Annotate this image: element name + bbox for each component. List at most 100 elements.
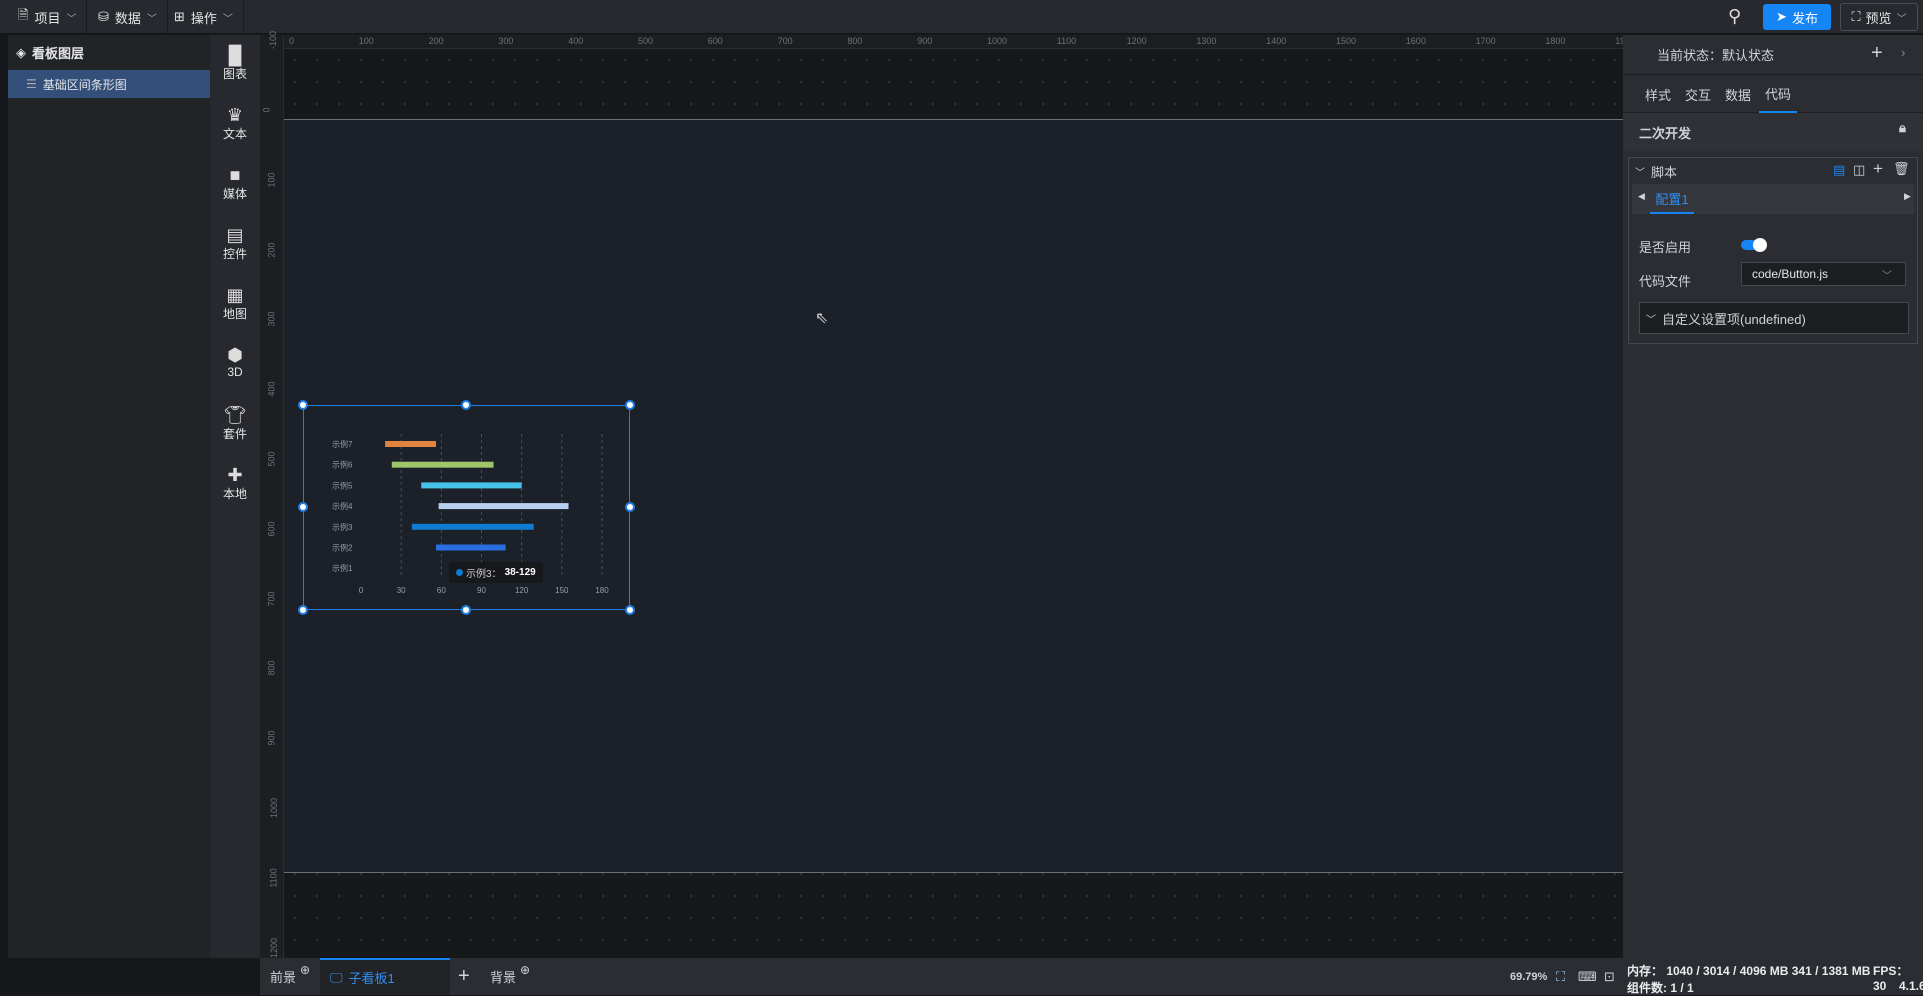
component-7[interactable]: ✚ 本地 bbox=[210, 465, 260, 502]
code-file-select[interactable]: code/Button.js ﹀ bbox=[1741, 262, 1906, 286]
enable-toggle[interactable] bbox=[1741, 238, 1767, 252]
ruler-x-label: 1400 bbox=[1266, 36, 1287, 46]
ruler-x-label: 1600 bbox=[1405, 36, 1426, 46]
ruler-y-label: -100 bbox=[268, 31, 279, 50]
ruler-y-label: 1200 bbox=[269, 937, 280, 958]
tab-background[interactable]: 背景 ⊕ bbox=[490, 958, 530, 995]
range-bar bbox=[391, 461, 494, 468]
config-tab-1[interactable]: 配置1 bbox=[1650, 184, 1694, 214]
ruler-x-label: 700 bbox=[777, 36, 793, 46]
status-bar: 内存： 1040 / 3014 / 4096 MB 341 / 1381 MB … bbox=[1623, 958, 1923, 995]
tab-2[interactable]: 数据 bbox=[1719, 75, 1757, 113]
layer-item[interactable]: ☰ 基础区间条形图 bbox=[8, 70, 210, 98]
terminal-icon[interactable]: ⊡ bbox=[1604, 958, 1615, 995]
x-tick-label: 0 bbox=[359, 586, 364, 595]
chevron-down-icon: ﹀ bbox=[146, 13, 157, 25]
x-tick-label: 120 bbox=[515, 586, 529, 595]
range-bar bbox=[421, 482, 522, 489]
script-panel: ﹀ 脚本 ▤ ◫ + 🗑︎ ◀ 配置1 ▶ 是否启用 代码文件 code/Butt… bbox=[1628, 157, 1918, 344]
add-tab-button[interactable]: + bbox=[458, 958, 470, 995]
ruler-y-label: 300 bbox=[266, 311, 277, 327]
ruler-y-label: 900 bbox=[266, 730, 277, 746]
publish-button[interactable]: ➤ 发布 bbox=[1763, 4, 1831, 30]
x-tick-label: 150 bbox=[555, 586, 569, 595]
ruler-x-label: 200 bbox=[428, 36, 444, 46]
ruler-x-label: 500 bbox=[638, 36, 654, 46]
resize-handle[interactable] bbox=[625, 605, 635, 615]
layout-icon[interactable]: ▤ bbox=[1833, 162, 1845, 178]
scroll-left-icon[interactable]: ◀ bbox=[1638, 191, 1645, 202]
database-icon: ⛁ bbox=[98, 9, 109, 24]
resize-handle[interactable] bbox=[298, 400, 308, 410]
y-category-label: 示例4 bbox=[332, 501, 353, 511]
add-state-icon[interactable]: + bbox=[1871, 42, 1883, 65]
component-5[interactable]: ⬢ 3D bbox=[210, 345, 260, 379]
component-3[interactable]: ▤ 控件 bbox=[210, 225, 260, 262]
state-select[interactable]: 默认状态 bbox=[1722, 45, 1774, 64]
component-4[interactable]: ▦ 地图 bbox=[210, 285, 260, 322]
file-icon: 🗎 bbox=[18, 7, 29, 22]
ruler-x-label: 100 bbox=[358, 36, 374, 46]
tab-1[interactable]: 交互 bbox=[1679, 75, 1717, 113]
grid-icon: ⊞ bbox=[174, 9, 185, 24]
keyboard-icon[interactable]: ⌨ bbox=[1578, 958, 1597, 995]
add-circle-icon[interactable]: ⊕ bbox=[520, 963, 530, 977]
control-icon: ▤ bbox=[226, 225, 244, 245]
puzzle-icon: ✚ bbox=[227, 465, 243, 485]
trash-icon[interactable]: 🗑︎ bbox=[1893, 161, 1910, 177]
layers-icon: ◈ bbox=[16, 44, 26, 60]
lock-icon[interactable]: 🔒︎ bbox=[1899, 120, 1906, 136]
ruler-y-label: 100 bbox=[266, 172, 277, 188]
code-file-label: 代码文件 bbox=[1639, 274, 1692, 289]
bar-layer-icon: ☰ bbox=[26, 77, 37, 91]
version: 4.1.6 bbox=[1899, 979, 1923, 993]
ruler-y-label: 0 bbox=[261, 107, 272, 113]
resize-handle[interactable] bbox=[298, 502, 308, 512]
component-1[interactable]: ♛ 文本 bbox=[210, 105, 260, 142]
tab-subboard-1[interactable]: 🖵︎ 子看板1 bbox=[320, 958, 450, 995]
custom-settings-collapse[interactable]: ﹀ 自定义设置项(undefined) bbox=[1639, 302, 1909, 334]
chevron-down-icon: ﹀ bbox=[1896, 13, 1907, 25]
fit-screen-icon[interactable]: ⛶ bbox=[1556, 958, 1565, 995]
zoom-level[interactable]: 69.79% bbox=[1510, 958, 1547, 995]
ruler-y-label: 500 bbox=[266, 451, 277, 467]
send-icon: ➤ bbox=[1776, 9, 1787, 24]
add-icon[interactable]: + bbox=[1873, 159, 1883, 179]
chevron-down-icon: ﹀ bbox=[222, 13, 233, 25]
chevron-right-icon[interactable]: › bbox=[1901, 45, 1905, 60]
cursor-icon: ⇖ bbox=[815, 310, 829, 327]
resize-handle[interactable] bbox=[461, 400, 471, 410]
tab-0[interactable]: 样式 bbox=[1639, 75, 1677, 113]
y-category-label: 示例3 bbox=[332, 522, 353, 532]
y-category-label: 示例7 bbox=[332, 439, 353, 449]
ruler-x-label: 800 bbox=[847, 36, 863, 46]
menu-project[interactable]: 🗎 项目 ﹀ bbox=[8, 0, 88, 34]
component-0[interactable]: ▐▌ 图表 bbox=[210, 45, 260, 82]
search-icon[interactable]: ⚲ bbox=[1728, 6, 1741, 27]
preview-button[interactable]: ⛶ 预览 ﹀ bbox=[1840, 3, 1918, 31]
menu-operation[interactable]: ⊞ 操作 ﹀ bbox=[164, 0, 244, 34]
y-category-label: 示例6 bbox=[332, 460, 353, 470]
add-circle-icon[interactable]: ⊕ bbox=[300, 963, 310, 977]
split-layout-icon[interactable]: ◫ bbox=[1853, 162, 1865, 178]
state-row: 当前状态： 默认状态 + › bbox=[1623, 35, 1923, 75]
resize-handle[interactable] bbox=[625, 502, 635, 512]
ruler-x-label: 400 bbox=[568, 36, 584, 46]
resize-handle[interactable] bbox=[461, 605, 471, 615]
tooltip-dot bbox=[456, 569, 463, 576]
scroll-right-icon[interactable]: ▶ bbox=[1904, 191, 1911, 202]
menu-data[interactable]: ⛁ 数据 ﹀ bbox=[88, 0, 168, 34]
section-header: 二次开发 🔒︎ bbox=[1623, 113, 1923, 151]
resize-handle[interactable] bbox=[625, 400, 635, 410]
tab-3[interactable]: 代码 bbox=[1759, 75, 1797, 113]
resize-handle[interactable] bbox=[298, 605, 308, 615]
memory-status: 内存： 1040 / 3014 / 4096 MB 341 / 1381 MB bbox=[1627, 964, 1871, 978]
component-2[interactable]: ■ 媒体 bbox=[210, 165, 260, 202]
shirt-icon: 👕︎ bbox=[223, 405, 247, 425]
chart-tooltip: 示例3： 38-129 bbox=[449, 562, 543, 583]
ruler-x-label: 600 bbox=[707, 36, 723, 46]
y-category-label: 示例1 bbox=[332, 563, 353, 573]
tab-foreground[interactable]: 前景 ⊕ bbox=[270, 958, 310, 995]
properties-panel: 当前状态： 默认状态 + › 样式 交互 数据 代码 二次开发 🔒︎ ﹀ 脚本 ▤ ◫ + … bbox=[1623, 35, 1923, 958]
component-6[interactable]: 👕︎ 套件 bbox=[210, 405, 260, 442]
